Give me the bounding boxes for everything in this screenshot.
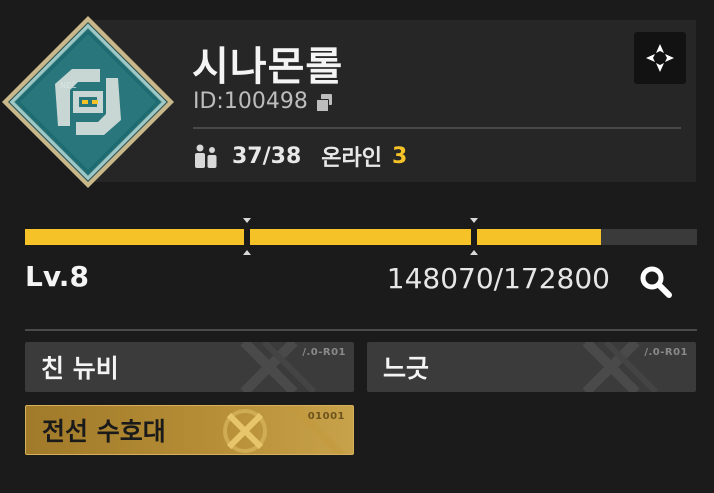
tag-label: 전선 수호대 bbox=[42, 417, 166, 446]
id-label: ID: bbox=[193, 89, 224, 114]
segment-marker bbox=[243, 250, 251, 255]
segment-marker bbox=[243, 218, 251, 223]
clan-tag[interactable]: 친 뉴비 /.0-R01 bbox=[25, 342, 354, 392]
members-count: 37/38 bbox=[232, 143, 302, 169]
emblem-text: NEC bbox=[60, 81, 77, 90]
diamond-arrows-icon bbox=[646, 44, 674, 72]
tag-code: /.0-R01 bbox=[644, 347, 688, 358]
tag-code: 01001 bbox=[307, 411, 345, 422]
header-divider bbox=[193, 127, 681, 129]
progress-segment-gap bbox=[471, 229, 477, 245]
segment-marker bbox=[470, 250, 478, 255]
online-count: 3 bbox=[392, 143, 408, 169]
settings-button[interactable] bbox=[634, 32, 686, 84]
exp-value: 148070/172800 bbox=[386, 262, 610, 295]
clan-emblem: NEC bbox=[2, 16, 174, 188]
progress-segment-gap bbox=[244, 229, 250, 245]
clan-tag[interactable]: 느긋 /.0-R01 bbox=[367, 342, 696, 392]
progress-fill bbox=[25, 229, 601, 245]
members-icon bbox=[195, 144, 217, 168]
tag-label: 친 뉴비 bbox=[41, 354, 119, 383]
copy-icon[interactable] bbox=[315, 93, 334, 112]
members-row: 37/38 온라인 3 bbox=[192, 140, 407, 172]
id-value: 100498 bbox=[223, 89, 308, 114]
segment-marker bbox=[470, 218, 478, 223]
search-icon bbox=[640, 266, 672, 298]
level-progress-bar bbox=[25, 218, 697, 255]
section-divider bbox=[25, 329, 697, 331]
level-label: Lv.8 bbox=[25, 260, 89, 293]
clan-name: 시나몬롤 bbox=[192, 44, 344, 90]
tag-code: /.0-R01 bbox=[302, 347, 346, 358]
clan-id-row: ID:100498 bbox=[193, 89, 334, 114]
online-label: 온라인 bbox=[321, 146, 382, 171]
tag-label: 느긋 bbox=[383, 354, 430, 383]
search-button[interactable] bbox=[630, 256, 682, 308]
clan-tag-gold[interactable]: 전선 수호대 01001 bbox=[25, 405, 354, 455]
